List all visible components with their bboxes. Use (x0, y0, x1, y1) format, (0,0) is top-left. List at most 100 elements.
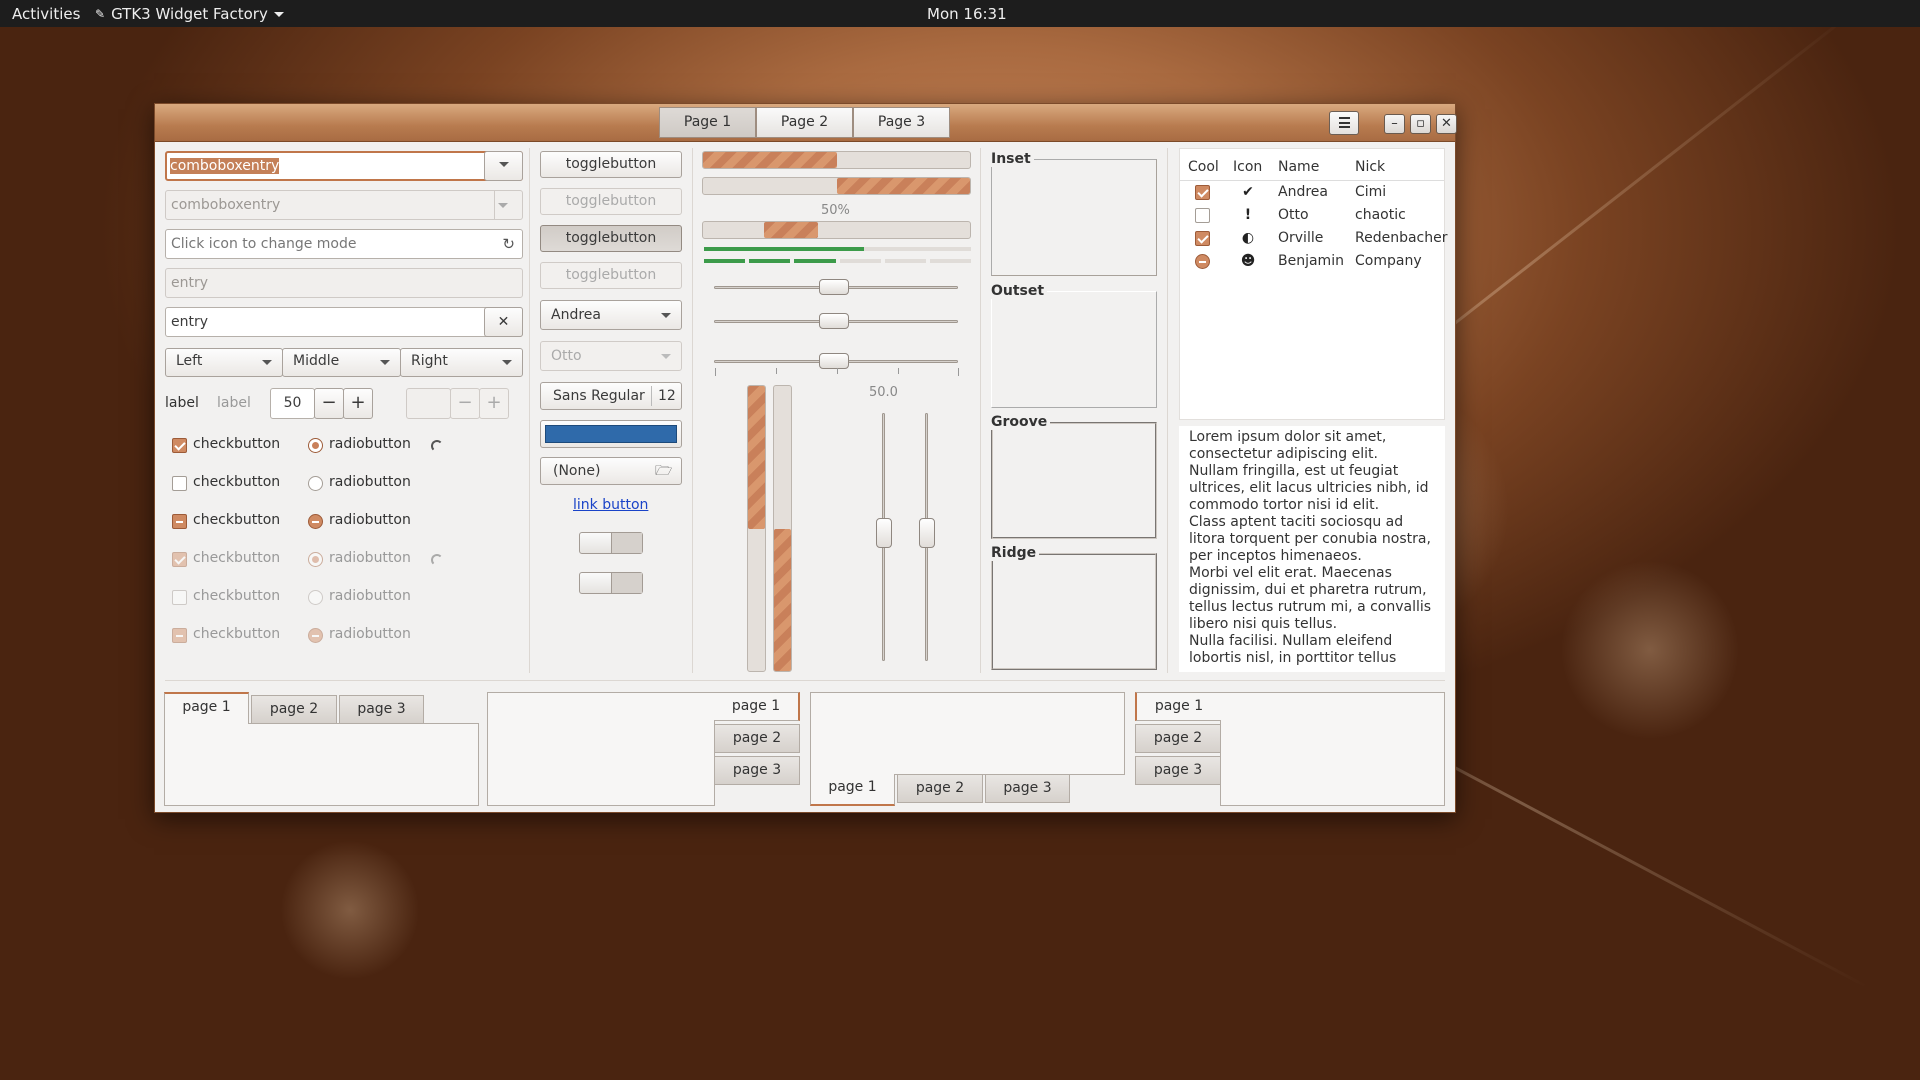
radio-selected[interactable] (308, 438, 323, 453)
row-name[interactable]: Otto (1278, 207, 1309, 223)
user-icon: ☻ (1240, 253, 1256, 269)
togglebutton-disabled: togglebutton (540, 188, 682, 215)
spin-decrement-button[interactable]: − (314, 388, 344, 419)
radiobutton-label[interactable]: radiobutton (329, 474, 411, 490)
row-name[interactable]: Orville (1278, 230, 1323, 246)
row-nick[interactable]: Company (1355, 253, 1422, 269)
row-cool-checkbox[interactable] (1195, 208, 1210, 223)
chevron-down-icon (262, 360, 272, 365)
divider (494, 190, 495, 220)
notebook-right-tab-1[interactable]: page 1 (714, 692, 800, 721)
notebook-bottom-tab-3[interactable]: page 3 (985, 774, 1070, 803)
file-chooser-button[interactable]: (None) 🗁 (540, 457, 682, 485)
checkbox-unchecked[interactable] (172, 476, 187, 491)
notebook-right-tab-3[interactable]: page 3 (714, 756, 800, 785)
menu-button[interactable] (1329, 111, 1359, 135)
row-nick[interactable]: Cimi (1355, 184, 1386, 200)
row-name[interactable]: Andrea (1278, 184, 1328, 200)
radiobutton-label[interactable]: radiobutton (329, 436, 411, 452)
mode-entry[interactable]: Click icon to change mode ↻ (165, 229, 523, 259)
spin-value[interactable]: 50 (270, 388, 315, 419)
combobox-entry-input[interactable]: comboboxentry (165, 151, 523, 181)
minimize-button[interactable]: – (1384, 114, 1405, 134)
combobox-dropdown-button[interactable] (484, 151, 523, 181)
checkbutton-label[interactable]: checkbutton (193, 512, 280, 528)
bokeh-light (1560, 560, 1740, 740)
combo-andrea[interactable]: Andrea (540, 300, 682, 330)
tab-page-3[interactable]: Page 3 (853, 107, 950, 138)
tab-page-1[interactable]: Page 1 (659, 107, 756, 138)
align-middle-combo[interactable]: Middle (282, 348, 401, 377)
notebook-top-tab-3[interactable]: page 3 (339, 695, 424, 724)
entry-field[interactable]: entry (165, 307, 523, 337)
togglebutton-active[interactable]: togglebutton (540, 225, 682, 252)
checkbox-inconsistent[interactable] (172, 514, 187, 529)
maximize-button[interactable]: ▫ (1410, 114, 1431, 134)
checkbutton-label[interactable]: checkbutton (193, 436, 280, 452)
notebook-left-tab-2[interactable]: page 2 (1135, 724, 1221, 753)
radio-unselected[interactable] (308, 476, 323, 491)
clear-entry-button[interactable]: ✕ (484, 307, 523, 337)
radiobutton-label[interactable]: radiobutton (329, 512, 411, 528)
separator (165, 680, 1445, 681)
font-button[interactable]: Sans Regular 12 (540, 382, 682, 410)
align-left-combo[interactable]: Left (165, 348, 283, 377)
checkbutton-label[interactable]: checkbutton (193, 474, 280, 490)
divider (651, 386, 652, 406)
document-open-icon: 🗁 (655, 463, 673, 479)
switch-off[interactable] (579, 532, 643, 554)
radio-unselected-disabled (308, 590, 323, 605)
switch-off-alt[interactable] (579, 572, 643, 594)
column-header-nick[interactable]: Nick (1355, 159, 1385, 175)
clock[interactable]: Mon 16:31 (927, 5, 1007, 23)
spinner-icon (431, 440, 443, 452)
column-header-cool[interactable]: Cool (1188, 159, 1219, 175)
color-button[interactable] (540, 420, 682, 448)
scale-2-handle[interactable] (819, 313, 849, 329)
notebook-top-tab-2[interactable]: page 2 (251, 695, 337, 724)
row-cool-radio[interactable] (1195, 254, 1210, 269)
notebook-bottom-tab-1[interactable]: page 1 (810, 774, 895, 806)
vertical-progress-2-fill (774, 528, 791, 671)
row-nick[interactable]: chaotic (1355, 207, 1406, 223)
frame-ridge (991, 553, 1157, 670)
row-cool-checkbox[interactable] (1195, 185, 1210, 200)
row-nick[interactable]: Redenbacher (1355, 230, 1448, 246)
activities-button[interactable]: Activities (12, 5, 80, 23)
notebook-right-tab-2[interactable]: page 2 (714, 724, 800, 753)
notebook-left-tab-3[interactable]: page 3 (1135, 756, 1221, 785)
level-segment (794, 259, 836, 263)
checkbox-inconsistent-disabled (172, 628, 187, 643)
link-button[interactable]: link button (573, 497, 648, 513)
bokeh-light (280, 840, 420, 980)
scale-1-handle[interactable] (819, 279, 849, 295)
text-view[interactable]: Lorem ipsum dolor sit amet, consectetur … (1179, 426, 1445, 672)
spin-increment-disabled: + (479, 388, 509, 419)
level-segment (929, 259, 972, 263)
togglebutton[interactable]: togglebutton (540, 151, 682, 178)
maximize-icon: ▫ (1416, 116, 1425, 131)
row-cool-checkbox[interactable] (1195, 231, 1210, 246)
notebook-bottom-tab-2[interactable]: page 2 (897, 774, 983, 803)
vertical-scale-1-handle[interactable] (876, 518, 892, 548)
notebook-left-tab-1[interactable]: page 1 (1135, 692, 1221, 721)
radio-inconsistent[interactable] (308, 514, 323, 529)
checkbox-checked[interactable] (172, 438, 187, 453)
spin-increment-button[interactable]: + (343, 388, 373, 419)
refresh-icon[interactable]: ↻ (502, 230, 515, 258)
color-swatch (545, 425, 677, 443)
align-right-combo[interactable]: Right (400, 348, 523, 377)
tab-page-2[interactable]: Page 2 (756, 107, 853, 138)
font-name: Sans Regular (553, 388, 645, 404)
spin-decrement-disabled: − (450, 388, 480, 419)
warning-icon: ! (1244, 207, 1252, 223)
progress-bar-2 (702, 177, 971, 195)
close-button[interactable]: ✕ (1436, 114, 1457, 134)
vertical-scale-2-handle[interactable] (919, 518, 935, 548)
notebook-top-tab-1[interactable]: page 1 (164, 692, 249, 724)
row-name[interactable]: Benjamin (1278, 253, 1344, 269)
app-menu[interactable]: ✎ GTK3 Widget Factory (95, 5, 284, 23)
scale-3-handle[interactable] (819, 353, 849, 369)
column-header-name[interactable]: Name (1278, 159, 1319, 175)
column-header-icon[interactable]: Icon (1233, 159, 1262, 175)
